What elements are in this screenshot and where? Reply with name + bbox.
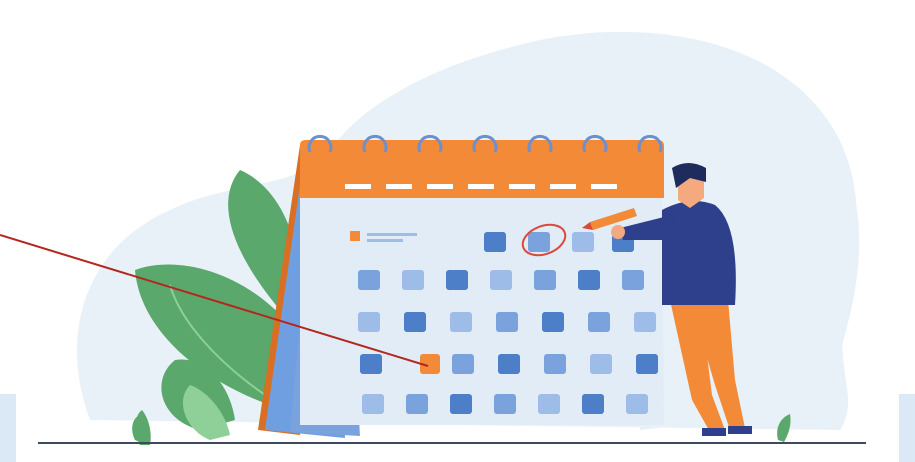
date-cell (406, 394, 428, 414)
date-cell (358, 270, 380, 290)
date-cell (490, 270, 512, 290)
date-cell (494, 394, 516, 414)
date-cell (452, 354, 474, 374)
date-cell (534, 270, 556, 290)
date-cell (590, 354, 612, 374)
date-cell (402, 270, 424, 290)
date-cell (542, 312, 564, 332)
date-cell (622, 270, 644, 290)
month-label-line (367, 233, 417, 236)
date-cell (446, 270, 468, 290)
date-cell (360, 354, 382, 374)
date-cell (484, 232, 506, 252)
date-cell (578, 270, 600, 290)
date-cell (538, 394, 560, 414)
month-marker (350, 231, 360, 241)
date-cell (634, 312, 656, 332)
date-cell (588, 312, 610, 332)
date-cell (404, 312, 426, 332)
date-cell (450, 312, 472, 332)
month-label-line-2 (367, 239, 403, 242)
date-cell (626, 394, 648, 414)
date-cell (582, 394, 604, 414)
date-cell (528, 232, 550, 252)
date-cell (362, 394, 384, 414)
date-cell (450, 394, 472, 414)
calendar-illustration (0, 31, 866, 445)
date-cell (498, 354, 520, 374)
date-cell (544, 354, 566, 374)
date-cell (358, 312, 380, 332)
date-cell (636, 354, 658, 374)
date-cell (572, 232, 594, 252)
date-cell (496, 312, 518, 332)
